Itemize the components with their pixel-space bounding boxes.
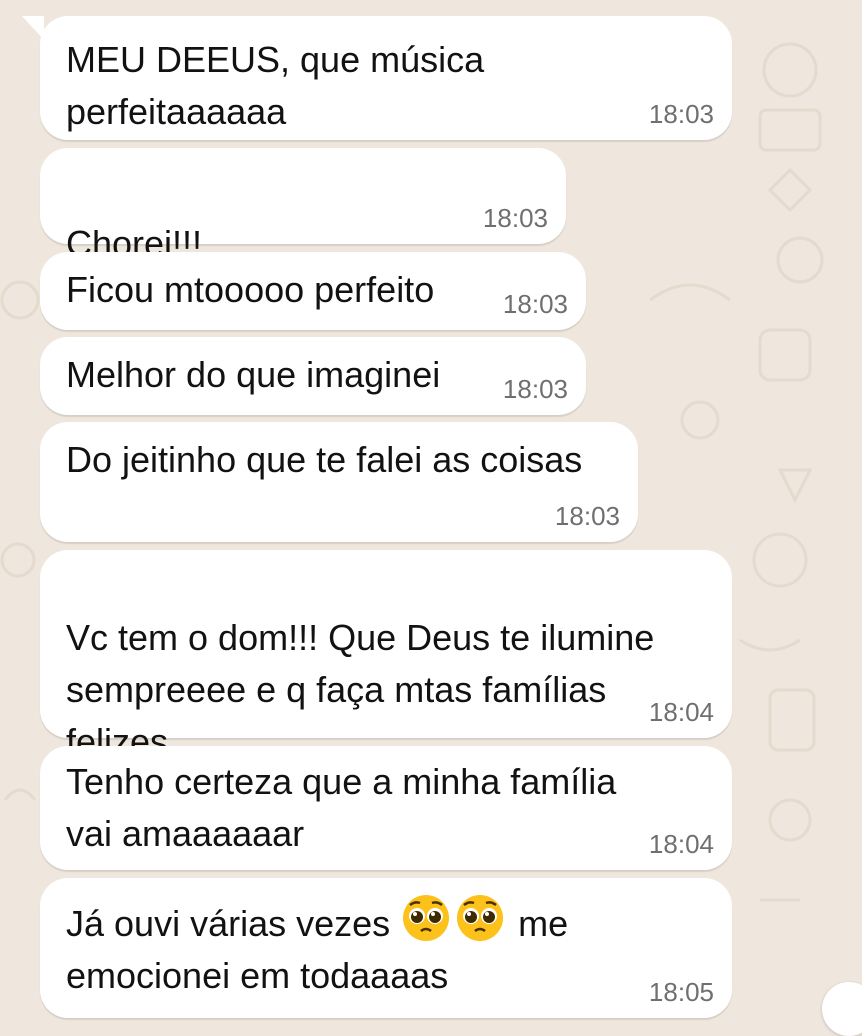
message-time: 18:03 [554, 501, 620, 531]
message-time: 18:03 [648, 99, 714, 129]
message-bubble[interactable]: MEU DEEUS, que música perfeitaaaaaa 18:0… [22, 16, 732, 140]
message-text: Já ouvi várias vezes me emocionei em tod… [66, 892, 568, 1002]
scroll-to-bottom-button[interactable] [822, 982, 862, 1036]
message-bubble[interactable]: Vc tem o dom!!! Que Deus te ilumine semp… [40, 550, 732, 818]
chat-message-list[interactable]: MEU DEEUS, que música perfeitaaaaaa 18:0… [0, 0, 862, 1036]
message-time: 18:03 [482, 203, 548, 233]
message-time: 18:04 [648, 697, 714, 727]
message-time: 18:03 [502, 374, 568, 404]
message-bubble[interactable]: Chorei!!! 18:03 [40, 148, 566, 318]
message-text: Tenho certeza que a minha família vai am… [66, 761, 617, 854]
message-text: Do jeitinho que te falei as coisas [66, 439, 583, 480]
message-time: 18:04 [648, 829, 714, 859]
message-text: Melhor do que imaginei [66, 354, 441, 395]
message-text: MEU DEEUS, que música perfeitaaaaaa [66, 39, 485, 132]
message-bubble[interactable]: Já ouvi várias vezes me emocionei em tod… [40, 878, 732, 1018]
message-bubble[interactable]: Ficou mtooooo perfeito 18:03 [40, 252, 586, 330]
bubble-tail [22, 16, 44, 40]
pleading-face-icon [400, 892, 452, 944]
message-time: 18:05 [648, 977, 714, 1007]
message-bubble[interactable]: Melhor do que imaginei 18:03 [40, 337, 586, 415]
message-text-content: Vc tem o dom!!! Que Deus te ilumine semp… [66, 617, 655, 762]
message-bubble[interactable]: Do jeitinho que te falei as coisas 18:03 [40, 422, 638, 542]
pleading-face-icon [454, 892, 506, 944]
message-time: 18:03 [502, 289, 568, 319]
message-text-content: Já ouvi várias vezes [66, 903, 391, 944]
message-bubble[interactable]: Tenho certeza que a minha família vai am… [40, 746, 732, 870]
message-text: Ficou mtooooo perfeito [66, 269, 435, 310]
